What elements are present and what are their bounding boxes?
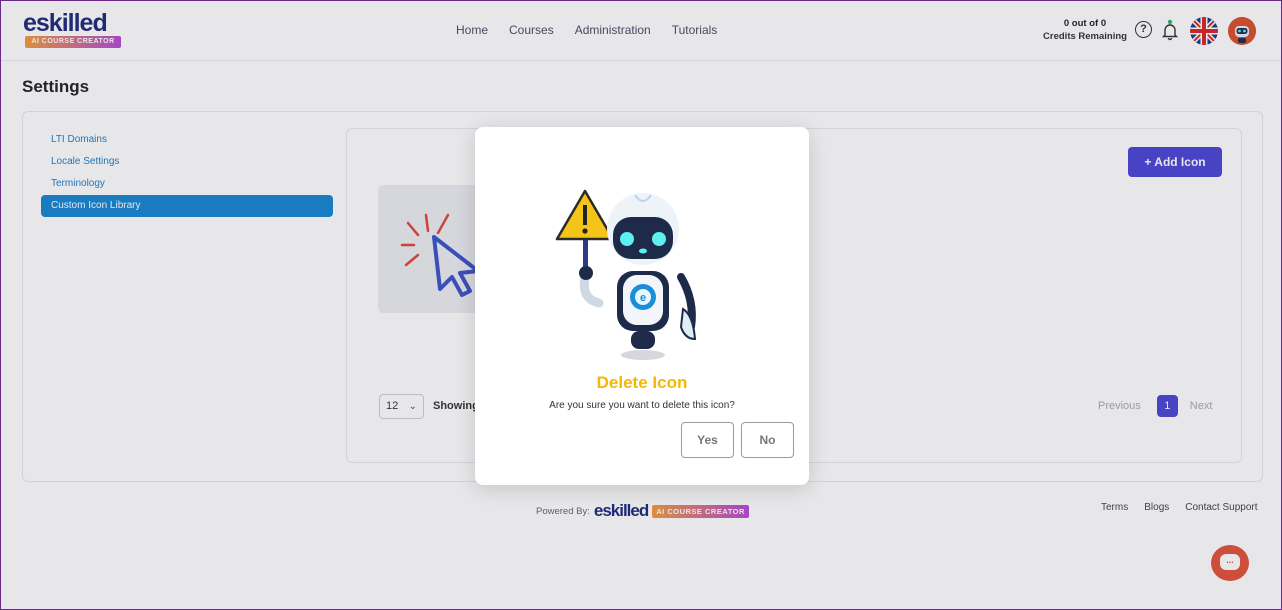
robot-warning-illustration: e [555, 189, 697, 360]
modal-message: Are you sure you want to delete this ico… [549, 400, 735, 411]
confirm-yes-button[interactable]: Yes [681, 422, 734, 458]
cancel-no-button[interactable]: No [741, 422, 794, 458]
app: eskilled AI COURSE CREATOR Home Courses … [1, 1, 1281, 609]
svg-text:e: e [640, 292, 646, 304]
delete-icon-modal: e Delete Icon Are you sure you want to d… [475, 127, 809, 485]
modal-title: Delete Icon [596, 373, 688, 392]
